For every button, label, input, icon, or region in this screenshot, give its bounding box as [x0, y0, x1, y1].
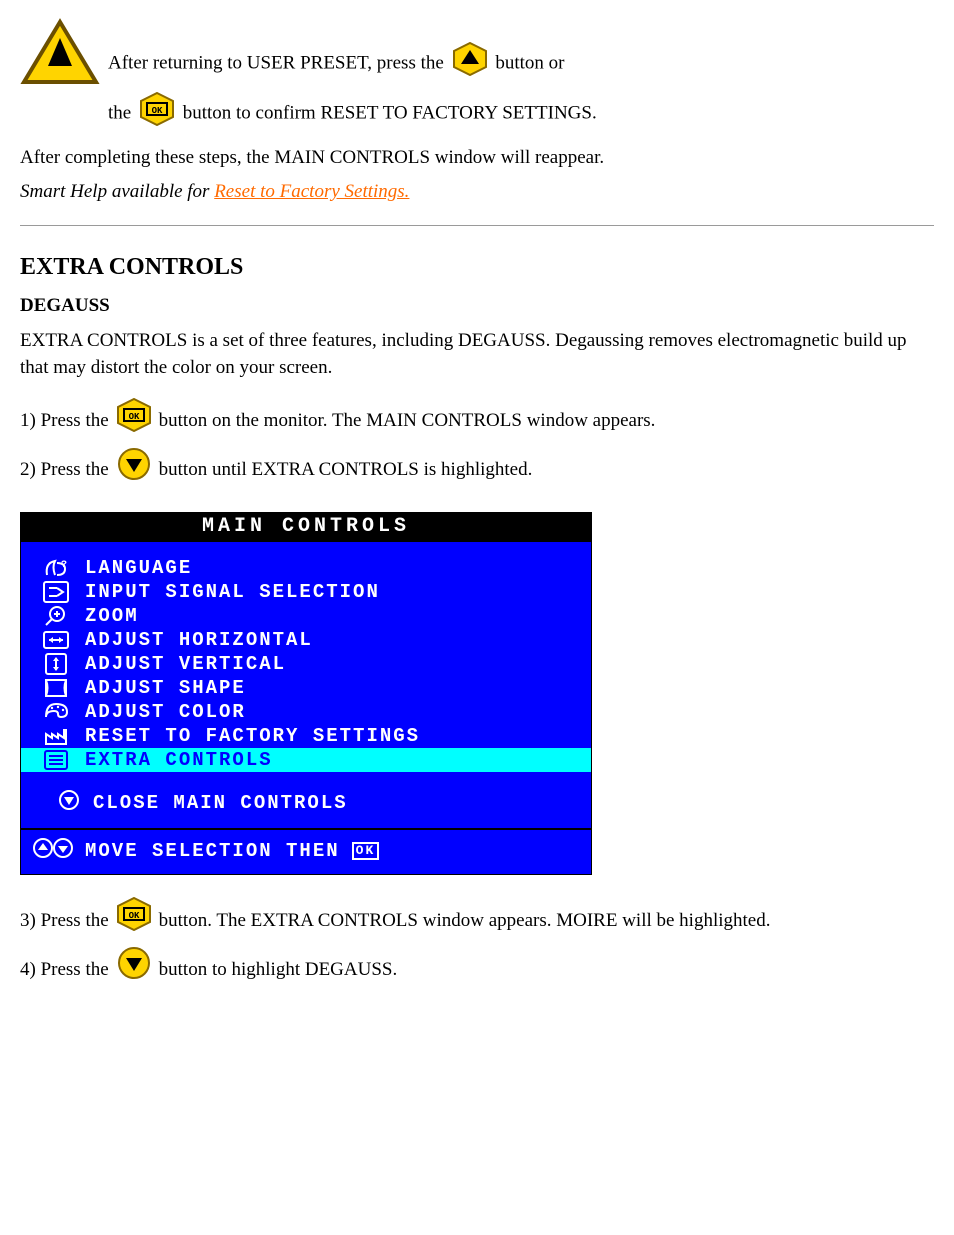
step4-after: button to highlight DEGAUSS. — [159, 952, 398, 988]
step-4: 4) Press the button to highlight DEGAUSS… — [20, 946, 934, 993]
osd-item-adjust-vertical[interactable]: ADJUST VERTICAL — [29, 652, 583, 676]
ok-button-icon: OK — [117, 398, 151, 445]
factory-icon — [41, 725, 71, 747]
divider — [20, 225, 934, 226]
osd-item-adjust-shape[interactable]: ADJUST SHAPE — [29, 676, 583, 700]
adjust-horizontal-icon — [41, 629, 71, 651]
smart-help-note: Smart Help available for Reset to Factor… — [20, 181, 934, 203]
warning-line1-after: button or — [495, 53, 564, 74]
input-signal-icon — [41, 581, 71, 603]
down-button-icon — [117, 447, 151, 494]
osd-item-label: INPUT SIGNAL SELECTION — [85, 581, 380, 603]
osd-item-label: ADJUST SHAPE — [85, 677, 246, 699]
osd-item-adjust-horizontal[interactable]: ADJUST HORIZONTAL — [29, 628, 583, 652]
section-intro: EXTRA CONTROLS is a set of three feature… — [20, 327, 934, 382]
osd-item-input-signal[interactable]: INPUT SIGNAL SELECTION — [29, 580, 583, 604]
svg-text:OK: OK — [152, 106, 163, 116]
ok-glyph-icon: OK — [352, 842, 380, 860]
osd-body: ? LANGUAGE INPUT SIGNAL SELECTION ZOOM — [21, 542, 591, 828]
ok-button-icon: OK — [140, 92, 174, 136]
osd-item-label: ZOOM — [85, 605, 139, 627]
warning-text: After returning to USER PRESET, press th… — [108, 18, 597, 137]
osd-item-zoom[interactable]: ZOOM — [29, 604, 583, 628]
osd-item-label: ADJUST HORIZONTAL — [85, 629, 313, 651]
warning-line1-before: After returning to USER PRESET, press th… — [108, 53, 449, 74]
zoom-icon — [41, 605, 71, 627]
warning-line2-after: button to confirm RESET TO FACTORY SETTI… — [183, 103, 597, 124]
step-1: 1) Press the OK button on the monitor. T… — [20, 398, 934, 445]
document-page: After returning to USER PRESET, press th… — [0, 0, 954, 1035]
step1-before: 1) Press the — [20, 403, 109, 439]
pre-osd-steps: 1) Press the OK button on the monitor. T… — [20, 398, 934, 494]
step-2: 2) Press the button until EXTRA CONTROLS… — [20, 447, 934, 494]
svg-text:?: ? — [61, 560, 69, 571]
smart-help-prefix: Smart Help available for — [20, 181, 214, 202]
language-icon: ? — [41, 557, 71, 579]
osd-titlebar: MAIN CONTROLS — [21, 513, 591, 542]
section-title: EXTRA CONTROLS — [20, 254, 934, 281]
osd-close-label: CLOSE MAIN CONTROLS — [93, 792, 348, 814]
up-button-icon — [453, 42, 487, 86]
up-down-icons — [33, 838, 73, 864]
osd-item-label: EXTRA CONTROLS — [85, 749, 273, 771]
adjust-shape-icon — [41, 677, 71, 699]
osd-hintbar: MOVE SELECTION THEN OK — [21, 828, 591, 874]
step-3: 3) Press the OK button. The EXTRA CONTRO… — [20, 897, 934, 944]
warning-line2-before: the — [108, 103, 136, 124]
smart-help-link[interactable]: Reset to Factory Settings. — [214, 181, 409, 202]
step2-after: button until EXTRA CONTROLS is highlight… — [159, 452, 533, 488]
after-reset-text: After completing these steps, the MAIN C… — [20, 147, 934, 169]
step1-after: button on the monitor. The MAIN CONTROLS… — [159, 403, 656, 439]
ok-button-icon: OK — [117, 897, 151, 944]
osd-item-extra-controls[interactable]: EXTRA CONTROLS — [21, 748, 591, 772]
post-osd-steps: 3) Press the OK button. The EXTRA CONTRO… — [20, 897, 934, 993]
osd-item-language[interactable]: ? LANGUAGE — [29, 556, 583, 580]
osd-close-row[interactable]: CLOSE MAIN CONTROLS — [29, 772, 583, 828]
section-subtitle: DEGAUSS — [20, 295, 934, 317]
step2-before: 2) Press the — [20, 452, 109, 488]
osd-item-label: LANGUAGE — [85, 557, 192, 579]
down-triangle-icon — [59, 790, 79, 816]
step3-after: button. The EXTRA CONTROLS window appear… — [159, 903, 771, 939]
down-button-icon — [117, 946, 151, 993]
osd-item-reset-factory[interactable]: RESET TO FACTORY SETTINGS — [29, 724, 583, 748]
warning-triangle-icon — [20, 18, 100, 93]
osd-item-label: ADJUST COLOR — [85, 701, 246, 723]
adjust-color-icon — [41, 701, 71, 723]
osd-item-adjust-color[interactable]: ADJUST COLOR — [29, 700, 583, 724]
svg-text:OK: OK — [128, 911, 139, 921]
warning-row: After returning to USER PRESET, press th… — [20, 18, 934, 137]
osd-main-controls: MAIN CONTROLS ? LANGUAGE INPUT SIGNAL SE… — [20, 512, 592, 875]
osd-hint-text: MOVE SELECTION THEN — [85, 840, 340, 862]
step3-before: 3) Press the — [20, 903, 109, 939]
adjust-vertical-icon — [41, 653, 71, 675]
extra-controls-icon — [41, 749, 71, 771]
svg-text:OK: OK — [128, 412, 139, 422]
step4-before: 4) Press the — [20, 952, 109, 988]
osd-item-label: RESET TO FACTORY SETTINGS — [85, 725, 420, 747]
osd-item-label: ADJUST VERTICAL — [85, 653, 286, 675]
